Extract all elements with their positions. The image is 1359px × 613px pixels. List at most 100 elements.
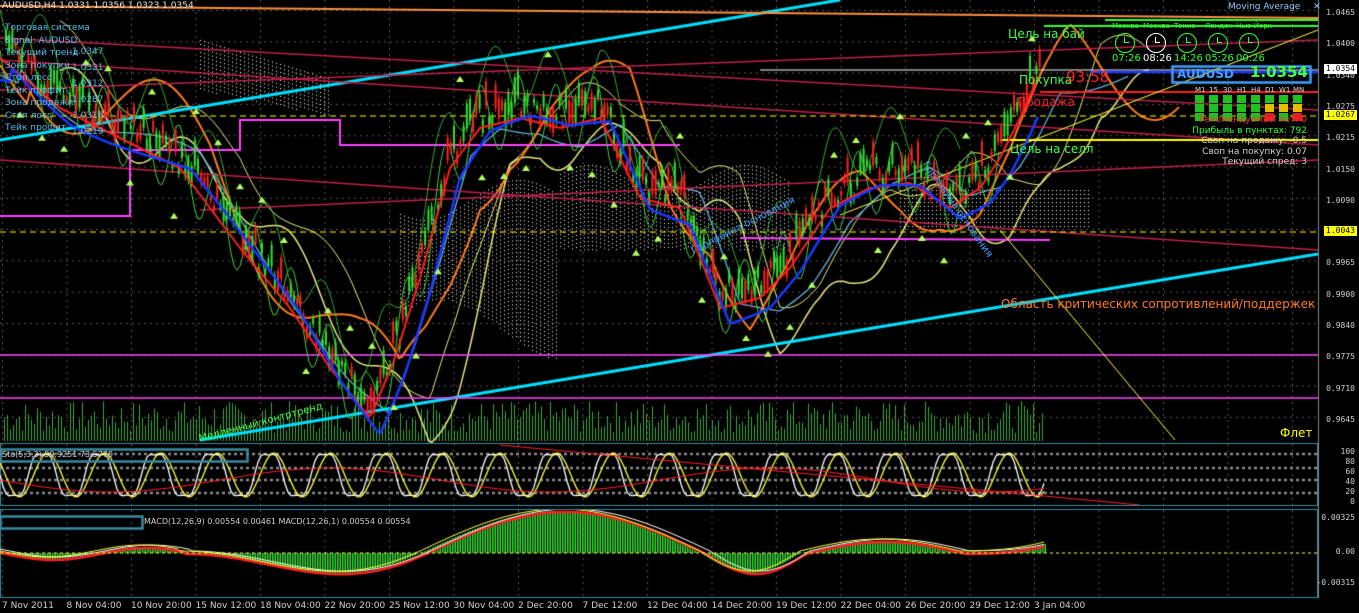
clock-icon [1177, 33, 1197, 53]
price-axis-label: 1.0215 [1326, 133, 1355, 143]
left-panel-row: Зона покупки [5, 60, 70, 71]
price-axis-label: 0.9965 [1326, 258, 1355, 268]
left-panel-row: Текущий тренд [5, 48, 79, 58]
macd-axis-label: -0.00315 [1316, 578, 1355, 587]
timeframe-label: H4 [1251, 86, 1261, 94]
bar-timer: 93:58 [1066, 68, 1110, 86]
price-axis-label: 1.0465 [1326, 8, 1355, 17]
timeframe-signal-up [1265, 95, 1274, 103]
timeframe-signal-mid [1279, 104, 1288, 112]
timeframe-label: M1 [1195, 86, 1206, 94]
clock-icon [1146, 33, 1166, 53]
timeframe-signal-up [1195, 95, 1204, 103]
time-axis-label: 7 Dec 12:00 [582, 601, 638, 611]
clock-city: Москва [1143, 22, 1170, 30]
price-tag: 1.0043 [1324, 226, 1357, 236]
buy-label: Покупка [1019, 73, 1073, 87]
target-sell-label: Цель на селл [1010, 142, 1094, 156]
clock-city: Лондон [1205, 22, 1233, 30]
price-tag: 1.0354 [1324, 64, 1357, 74]
stochastic-axis-label: 0 [1350, 497, 1355, 506]
flat-label: Флет [1280, 426, 1313, 440]
indicator-close-icon[interactable]: ✕ [1313, 3, 1321, 12]
timeframe-signal-up [1279, 95, 1288, 103]
left-panel-value: 1.0287 [72, 95, 104, 105]
time-axis-label: 19 Dec 12:00 [776, 601, 837, 611]
price-axis-label: 0.9900 [1326, 289, 1355, 299]
sell-label: Продажа [1017, 95, 1075, 109]
clock-city: Нью-Йорк [1236, 22, 1272, 30]
time-axis-label: 3 Jan 04:00 [1034, 601, 1086, 611]
macd-title: MACD(12,26,9) 0.00554 0.00461 MACD(12,26… [144, 517, 411, 526]
clock-icon [1208, 33, 1228, 53]
clock-time: 08:26 [1143, 53, 1172, 64]
stochastic-axis-label: 80 [1345, 457, 1355, 466]
time-axis-label: 2 Dec 20:00 [518, 601, 573, 611]
stochastic-axis-label: 60 [1345, 467, 1355, 476]
time-axis-label: 8 Nov 04:00 [66, 601, 122, 611]
info-row: Текущий спред: 3 [1222, 157, 1307, 167]
left-panel-row: Тейк профит [5, 85, 67, 96]
timeframe-signal-up [1223, 95, 1232, 103]
left-panel-row: Стоп лосс [5, 110, 52, 121]
timeframe-signal-up [1209, 95, 1218, 103]
clock-icon [1115, 33, 1135, 53]
price-axis-label: 1.0150 [1326, 164, 1355, 174]
macd-axis-label: 0.00325 [1321, 513, 1355, 522]
price-axis-label: 0.9645 [1326, 414, 1355, 424]
timeframe-signal-up [1251, 95, 1260, 103]
timeframe-label: 30 [1223, 86, 1232, 94]
time-axis-label: 12 Dec 04:00 [647, 601, 708, 611]
macd-axis-label: 0.00 [1335, 547, 1355, 556]
left-panel-row: Стоп лосс [5, 73, 52, 83]
timeframe-signal-mid [1223, 104, 1232, 112]
left-panel-value: 1.0347 [72, 47, 104, 57]
timeframe-label: MN [1293, 86, 1305, 94]
time-axis-label: 7 Nov 2011 [2, 601, 54, 611]
chart-symbol-header: AUDUSD,H4 1.0331 1.0356 1.0323 1.0354 [2, 1, 194, 11]
timeframe-signal-mid [1265, 104, 1274, 112]
left-panel-row: Signal: AUDUSD [5, 35, 78, 46]
time-axis-label: 29 Dec 12:00 [969, 601, 1031, 611]
timeframe-label: D1 [1265, 86, 1275, 94]
indicator-name: Moving Average [1228, 2, 1301, 12]
left-panel-row: Торговая система [5, 23, 90, 33]
price-axis-label: 1.0090 [1326, 195, 1355, 205]
time-axis-label: 22 Dec 04:00 [840, 601, 902, 611]
time-axis-label: 25 Nov 12:00 [389, 601, 450, 611]
symbol-box-name: AUDUSD [1177, 67, 1234, 81]
left-panel-row: Зона продажи [5, 98, 74, 108]
left-panel-row: Тейк профит [5, 123, 67, 133]
clock-city: Токио [1174, 22, 1196, 30]
timeframe-signal-mid [1293, 104, 1302, 112]
timeframe-label: W1 [1279, 86, 1291, 94]
timeframe-signal-mid [1237, 104, 1246, 112]
stochastic-axis-label: 40 [1345, 477, 1355, 486]
timeframe-signal-mid [1251, 104, 1260, 112]
left-panel-value: 1.0219 [72, 127, 104, 137]
price-axis-label: 0.9710 [1326, 383, 1355, 393]
timeframe-signal-mid [1209, 104, 1218, 112]
info-row: Своп на покупку: 0.07 [1202, 146, 1307, 157]
critical-zone-label: Область критических сопротивлений/поддер… [1001, 297, 1316, 311]
timeframe-signal-mid [1195, 104, 1204, 112]
price-axis-label: 0.9775 [1326, 352, 1355, 362]
info-row: Прибыль в пунктах: 792 [1192, 125, 1307, 136]
info-row: Своп на продажу: -0.5 [1201, 136, 1307, 146]
clock-city: Москва [1112, 22, 1139, 30]
price-axis-label: 1.0400 [1326, 39, 1355, 49]
stochastic-title: Sto(5,3,3) 59.9251 73.5770 [2, 450, 113, 459]
time-axis-label: 30 Nov 04:00 [453, 601, 515, 611]
info-row: Рекомендуемый лот: 0 [1199, 115, 1307, 125]
left-panel-value: 1.0312 [72, 79, 104, 89]
left-panel-value: 1.0316 [72, 111, 104, 121]
timeframe-label: 15 [1209, 86, 1218, 94]
time-axis-label: 26 Dec 20:00 [905, 601, 966, 611]
time-axis-label: 10 Nov 20:00 [131, 601, 192, 611]
time-axis-label: 15 Nov 12:00 [195, 601, 257, 611]
price-tag: 1.0267 [1324, 110, 1357, 120]
time-axis-label: 14 Dec 20:00 [711, 601, 773, 611]
time-axis-label: 18 Nov 04:00 [260, 601, 321, 611]
clock-time: 07:26 [1112, 53, 1141, 64]
target-buy-label: Цель на бай [1008, 27, 1085, 41]
